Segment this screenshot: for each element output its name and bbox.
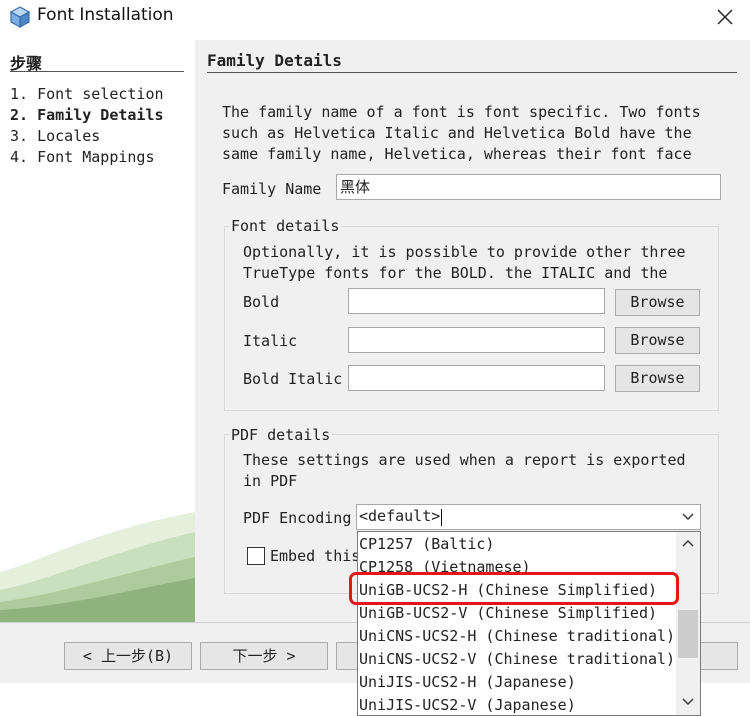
font-details-title: Font details — [229, 217, 342, 235]
title-bar: Font Installation — [0, 0, 750, 34]
dropdown-option[interactable]: UniJIS-UCS2-H (Japanese) — [359, 671, 576, 694]
next-button[interactable]: 下一步 > — [200, 642, 328, 670]
italic-font-input[interactable] — [348, 327, 605, 353]
family-name-input[interactable]: 黑体 — [336, 174, 721, 200]
text-cursor — [441, 509, 442, 526]
family-name-label: Family Name — [222, 180, 322, 198]
italic-label: Italic — [243, 332, 298, 350]
chevron-down-icon[interactable] — [682, 698, 694, 706]
pdf-encoding-select[interactable]: <default> — [356, 504, 701, 530]
bold-italic-label: Bold Italic — [243, 370, 343, 388]
cancel-button[interactable] — [698, 642, 738, 670]
panel-divider — [207, 72, 737, 73]
chevron-up-icon[interactable] — [682, 539, 694, 547]
chevron-down-icon — [682, 513, 694, 520]
scrollbar-thumb[interactable] — [678, 610, 698, 658]
window-title: Font Installation — [37, 5, 174, 25]
steps-panel: 步骤 1. Font selection 2. Family Details 3… — [0, 40, 195, 622]
steps-divider — [10, 71, 184, 72]
italic-browse-button[interactable]: Browse — [615, 327, 700, 354]
bold-label: Bold — [243, 293, 280, 311]
decorative-wave-graphic — [0, 512, 195, 622]
dropdown-option[interactable]: UniCNS-UCS2-V (Chinese traditional) — [359, 648, 675, 671]
panel-heading: Family Details — [207, 51, 342, 70]
dropdown-scrollbar[interactable] — [676, 532, 700, 715]
embed-label: Embed this — [270, 547, 361, 565]
pdf-details-description: These settings are used when a report is… — [243, 451, 686, 490]
dropdown-option[interactable]: UniCNS-UCS2-H (Chinese traditional) — [359, 625, 675, 648]
pdf-encoding-dropdown[interactable]: CP1257 (Baltic) CP1258 (Vietnamese) UniG… — [357, 531, 701, 716]
pdf-encoding-label: PDF Encoding — [243, 509, 352, 527]
family-description: The family name of a font is font specif… — [222, 103, 701, 163]
step-family-details: 2. Family Details — [10, 106, 164, 124]
close-icon[interactable] — [714, 6, 736, 28]
dropdown-option[interactable]: UniJIS-UCS2-V (Japanese) — [359, 694, 576, 715]
bold-font-input[interactable] — [348, 288, 605, 314]
highlight-annotation — [349, 572, 679, 605]
dropdown-option[interactable]: CP1257 (Baltic) — [359, 533, 494, 556]
cube-icon — [9, 6, 31, 29]
font-details-description: Optionally, it is possible to provide ot… — [243, 243, 686, 282]
step-locales: 3. Locales — [10, 127, 101, 145]
dropdown-option[interactable]: UniGB-UCS2-V (Chinese Simplified) — [359, 602, 657, 625]
step-font-selection: 1. Font selection — [10, 85, 164, 103]
embed-checkbox[interactable] — [247, 547, 265, 565]
bold-italic-browse-button[interactable]: Browse — [615, 365, 700, 392]
bold-browse-button[interactable]: Browse — [615, 289, 700, 316]
step-font-mappings: 4. Font Mappings — [10, 148, 155, 166]
bold-italic-font-input[interactable] — [348, 365, 605, 391]
pdf-encoding-value: <default> — [359, 507, 441, 525]
pdf-details-title: PDF details — [229, 426, 333, 444]
back-button[interactable]: < 上一步(B) — [64, 642, 192, 670]
